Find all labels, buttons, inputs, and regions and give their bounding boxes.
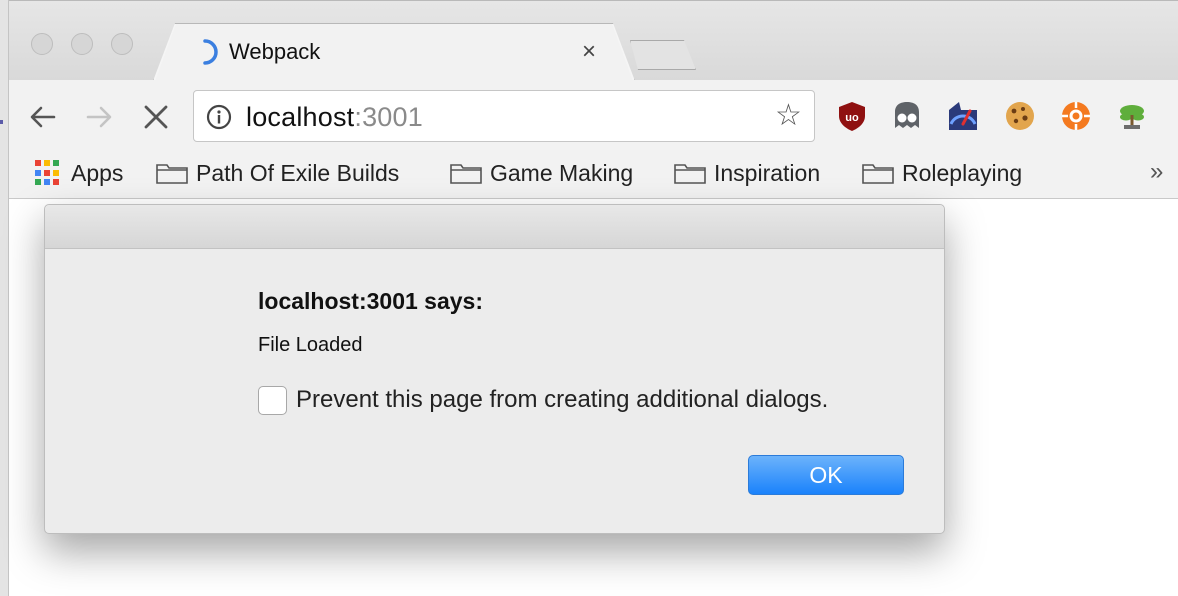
url-port: :3001 (354, 102, 423, 132)
bookmark-folder-path-of-exile-builds[interactable]: Path Of Exile Builds (156, 156, 399, 190)
cookie-icon[interactable] (1004, 100, 1036, 132)
tab-webpack[interactable] (154, 24, 634, 84)
bonsai-icon[interactable] (1116, 100, 1148, 132)
ghostery-icon[interactable] (891, 100, 923, 132)
bookmark-folder-game-making[interactable]: Game Making (450, 156, 633, 190)
folder-icon (450, 164, 482, 184)
bookmark-label: Apps (71, 159, 124, 186)
folder-icon (674, 164, 706, 184)
ublock-icon[interactable]: uo (836, 100, 868, 132)
bookmark-star-icon[interactable]: ☆ (775, 100, 802, 132)
dialog-message: File Loaded (258, 334, 363, 356)
bookmark-folder-inspiration[interactable]: Inspiration (674, 156, 820, 190)
loading-spinner-icon (203, 39, 218, 65)
zoom-window-button[interactable] (111, 33, 133, 55)
dialog-title: localhost:3001 says: (258, 288, 484, 314)
tab-title: Webpack (229, 39, 321, 64)
close-window-button[interactable] (31, 33, 53, 55)
ok-button[interactable]: OK (748, 455, 904, 495)
prevent-dialogs-checkbox[interactable] (258, 386, 287, 415)
bookmarks-overflow-icon[interactable]: » (1150, 158, 1163, 186)
lifebuoy-icon[interactable] (1060, 100, 1092, 132)
alert-dialog: localhost:3001 says: File Loaded Prevent… (44, 204, 945, 534)
svg-text:uo: uo (845, 112, 859, 124)
bookmark-label: Game Making (490, 159, 634, 186)
site-info-icon[interactable] (206, 104, 232, 130)
stop-loading-icon[interactable] (141, 102, 171, 132)
folder-icon (862, 164, 894, 184)
back-arrow-icon[interactable] (28, 102, 58, 132)
bookmark-label: Roleplaying (902, 159, 1023, 186)
url-text[interactable]: localhost:3001 (246, 102, 423, 133)
prevent-dialogs-label[interactable]: Prevent this page from creating addition… (296, 386, 828, 414)
tab-close-icon[interactable]: × (582, 38, 596, 66)
bookmark-label: Path Of Exile Builds (196, 159, 400, 186)
forward-arrow-icon[interactable] (84, 102, 114, 132)
dialog-header (45, 205, 944, 249)
bookmark-apps[interactable]: Apps (35, 156, 123, 190)
bookmark-folder-roleplaying[interactable]: Roleplaying (862, 156, 1022, 190)
minimize-window-button[interactable] (71, 33, 93, 55)
apps-grid-icon (35, 160, 61, 186)
bookmark-label: Inspiration (714, 159, 821, 186)
folder-icon (156, 164, 188, 184)
window-left-edge (0, 0, 9, 596)
speed-test-icon[interactable] (947, 100, 979, 132)
url-host: localhost (246, 102, 355, 132)
